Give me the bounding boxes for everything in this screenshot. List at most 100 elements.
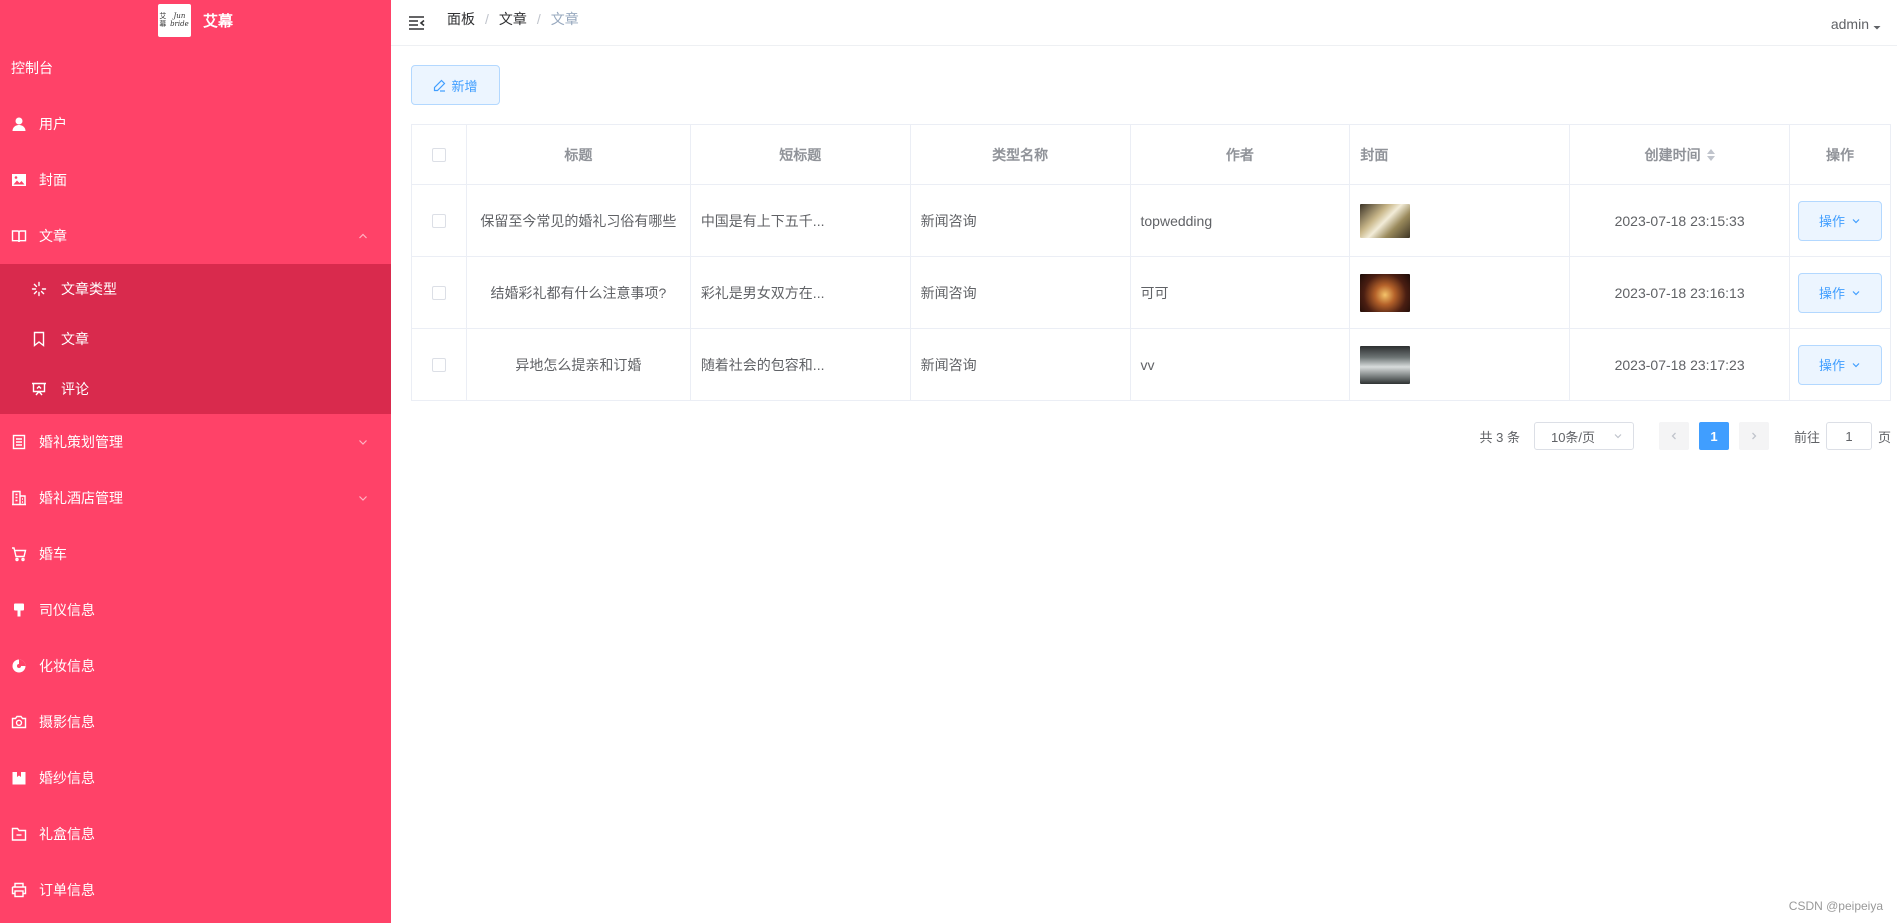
page-size-value: 10条/页 bbox=[1550, 429, 1596, 445]
cell-created-time: 2023-07-18 23:17:23 bbox=[1570, 329, 1791, 400]
goto-page-input[interactable] bbox=[1825, 422, 1872, 450]
actions-dropdown-button[interactable]: 操作 bbox=[1798, 200, 1882, 241]
breadcrumb-item-article[interactable]: 文章 bbox=[499, 9, 527, 29]
sidebar-item-makeup-info[interactable]: 化妆信息 bbox=[0, 638, 391, 694]
cell-short-title: 彩礼是男女双方在... bbox=[691, 257, 911, 328]
chevron-down-icon bbox=[359, 440, 367, 445]
actions-dropdown-button[interactable]: 操作 bbox=[1798, 272, 1882, 313]
sidebar-item-label: 文章类型 bbox=[61, 281, 117, 297]
cell-author: 可可 bbox=[1131, 257, 1351, 328]
sidebar-item-label: 控制台 bbox=[11, 60, 53, 76]
sidebar-item-articles[interactable]: 文章 bbox=[0, 208, 391, 264]
sidebar-item-host-info[interactable]: 司仪信息 bbox=[0, 582, 391, 638]
column-header-cover: 封面 bbox=[1350, 125, 1571, 184]
cell-actions: 操作 bbox=[1790, 185, 1890, 256]
picture-icon bbox=[10, 171, 28, 189]
cell-created-time: 2023-07-18 23:16:13 bbox=[1570, 257, 1791, 328]
sidebar-item-label: 用户 bbox=[39, 116, 67, 132]
cell-title: 结婚彩礼都有什么注意事项? bbox=[467, 257, 691, 328]
sidebar-item-photo-info[interactable]: 摄影信息 bbox=[0, 694, 391, 750]
sidebar-item-label: 婚礼策划管理 bbox=[39, 434, 123, 450]
cover-thumbnail[interactable] bbox=[1360, 273, 1411, 312]
checkbox-cell bbox=[412, 185, 467, 256]
sidebar-item-label: 文章 bbox=[61, 331, 89, 347]
breadcrumb-item-panel[interactable]: 面板 bbox=[447, 9, 475, 29]
sidebar-item-dashboard[interactable]: 控制台 bbox=[0, 40, 391, 96]
sidebar-item-label: 婚礼酒店管理 bbox=[39, 490, 123, 506]
cell-type: 新闻咨询 bbox=[911, 329, 1131, 400]
cell-cover bbox=[1350, 257, 1571, 328]
row-checkbox[interactable] bbox=[431, 213, 446, 228]
sidebar: 艾幕 Jun bride 艾幕 控制台 用户 封面 文章 文章类型 文章 评论 … bbox=[0, 0, 391, 923]
book-icon bbox=[10, 227, 28, 245]
cell-author: topwedding bbox=[1131, 185, 1351, 256]
cell-actions: 操作 bbox=[1790, 329, 1890, 400]
logo-text: 艾幕 bbox=[202, 12, 233, 30]
brush-icon bbox=[10, 601, 28, 619]
top-header: 面板 / 文章 / 文章 admin bbox=[391, 0, 1897, 46]
page-number-current[interactable]: 1 bbox=[1698, 422, 1729, 450]
sidebar-item-article-list[interactable]: 文章 bbox=[0, 314, 391, 364]
column-header-created-time[interactable]: 创建时间 bbox=[1570, 125, 1791, 184]
sort-caret-icon[interactable] bbox=[1706, 148, 1715, 161]
articles-submenu: 文章类型 文章 评论 bbox=[0, 264, 391, 414]
breadcrumb-separator: / bbox=[536, 10, 541, 27]
cell-short-title: 中国是有上下五千... bbox=[691, 185, 911, 256]
main-content: 新增 标题 短标题 类型名称 作者 封面 创建时间 操作 保留至今常见的婚礼习俗… bbox=[411, 46, 1891, 923]
box-icon bbox=[10, 769, 28, 787]
sidebar-item-label: 封面 bbox=[39, 172, 67, 188]
row-checkbox[interactable] bbox=[431, 285, 446, 300]
prev-page-button[interactable] bbox=[1658, 422, 1689, 450]
cover-thumbnail[interactable] bbox=[1360, 345, 1411, 384]
cell-cover bbox=[1350, 329, 1571, 400]
menu-fold-button[interactable] bbox=[407, 13, 427, 33]
sidebar-item-wedding-hotel[interactable]: 婚礼酒店管理 bbox=[0, 470, 391, 526]
sidebar-item-label: 文章 bbox=[39, 228, 67, 244]
pagination-total: 共 3 条 bbox=[1479, 429, 1520, 445]
sidebar-item-label: 订单信息 bbox=[39, 882, 95, 898]
table-row: 异地怎么提亲和订婚 随着社会的包容和... 新闻咨询 vv 2023-07-18… bbox=[412, 329, 1890, 401]
user-menu[interactable]: admin bbox=[1831, 16, 1881, 32]
sidebar-item-comments[interactable]: 评论 bbox=[0, 364, 391, 414]
table-header: 标题 短标题 类型名称 作者 封面 创建时间 操作 bbox=[412, 125, 1890, 185]
pie-icon bbox=[10, 657, 28, 675]
document-icon bbox=[10, 433, 28, 451]
next-page-button[interactable] bbox=[1738, 422, 1769, 450]
chevron-down-icon bbox=[1614, 434, 1622, 439]
table-row: 结婚彩礼都有什么注意事项? 彩礼是男女双方在... 新闻咨询 可可 2023-0… bbox=[412, 257, 1890, 329]
column-header-title: 标题 bbox=[467, 125, 691, 184]
loading-icon bbox=[30, 280, 48, 298]
camera-icon bbox=[10, 713, 28, 731]
watermark: CSDN @peipeiya bbox=[1788, 899, 1883, 913]
row-checkbox[interactable] bbox=[431, 357, 446, 372]
sidebar-item-giftbox-info[interactable]: 礼盒信息 bbox=[0, 806, 391, 862]
chevron-up-icon bbox=[359, 233, 367, 239]
user-name: admin bbox=[1830, 16, 1869, 32]
folder-icon bbox=[10, 825, 28, 843]
chevron-down-icon bbox=[1852, 218, 1860, 223]
chevron-left-icon bbox=[1671, 432, 1676, 440]
select-all-checkbox[interactable] bbox=[431, 147, 446, 162]
cover-thumbnail[interactable] bbox=[1360, 203, 1411, 238]
sidebar-item-users[interactable]: 用户 bbox=[0, 96, 391, 152]
sidebar-item-order-info[interactable]: 订单信息 bbox=[0, 862, 391, 918]
sidebar-item-wedding-car[interactable]: 婚车 bbox=[0, 526, 391, 582]
add-button-label: 新增 bbox=[451, 78, 478, 94]
user-icon bbox=[10, 115, 28, 133]
add-button[interactable]: 新增 bbox=[411, 65, 500, 105]
actions-dropdown-button[interactable]: 操作 bbox=[1798, 344, 1882, 385]
page-size-select[interactable]: 10条/页 bbox=[1533, 422, 1634, 450]
pagination: 共 3 条 10条/页 1 前往 页 bbox=[1479, 422, 1891, 450]
sidebar-item-label: 婚纱信息 bbox=[39, 770, 95, 786]
sidebar-item-article-types[interactable]: 文章类型 bbox=[0, 264, 391, 314]
presentation-icon bbox=[30, 380, 48, 398]
sidebar-item-cover[interactable]: 封面 bbox=[0, 152, 391, 208]
chevron-down-icon bbox=[1852, 290, 1860, 295]
logo[interactable]: 艾幕 Jun bride 艾幕 bbox=[0, 0, 391, 40]
sidebar-item-wedding-planning[interactable]: 婚礼策划管理 bbox=[0, 414, 391, 470]
header-checkbox-cell bbox=[412, 125, 467, 184]
sidebar-item-dress-info[interactable]: 婚纱信息 bbox=[0, 750, 391, 806]
column-header-actions: 操作 bbox=[1826, 146, 1854, 163]
caret-down-icon bbox=[1873, 26, 1881, 30]
breadcrumb-item-current: 文章 bbox=[550, 10, 579, 27]
